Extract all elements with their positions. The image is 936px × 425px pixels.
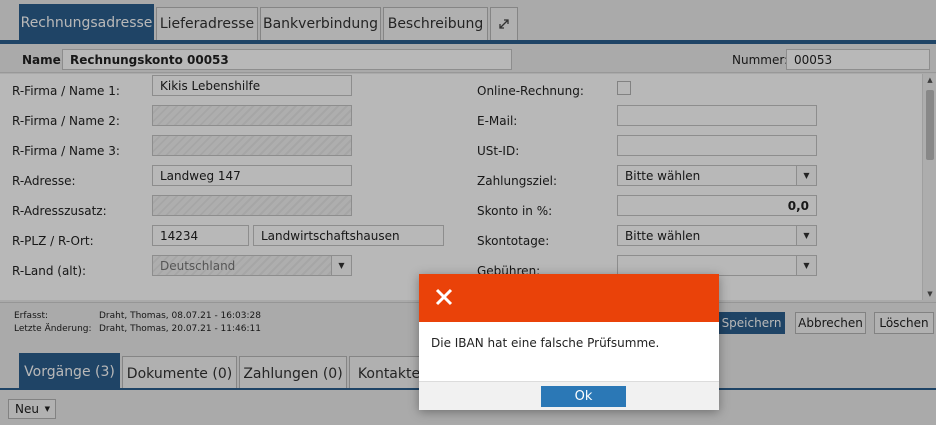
dialog-footer: Ok bbox=[419, 381, 719, 410]
dialog-header bbox=[419, 274, 719, 322]
close-icon[interactable] bbox=[431, 284, 457, 310]
dialog-message: Die IBAN hat eine falsche Prüfsumme. bbox=[431, 336, 660, 350]
ok-button[interactable]: Ok bbox=[541, 386, 626, 407]
error-dialog: Die IBAN hat eine falsche Prüfsumme. Ok bbox=[419, 274, 719, 410]
